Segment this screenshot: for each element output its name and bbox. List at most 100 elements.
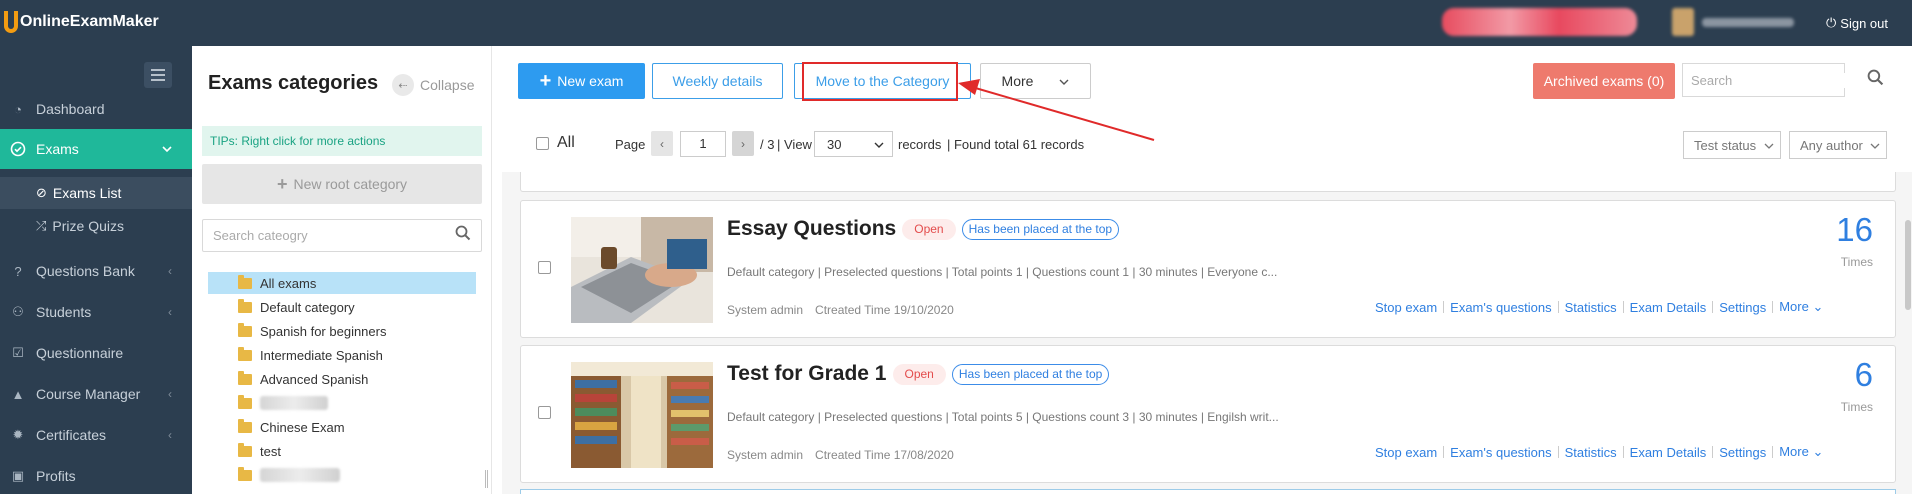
- new-exam-button[interactable]: + New exam: [518, 63, 645, 99]
- exam-questions-link[interactable]: Exam's questions: [1450, 445, 1551, 460]
- records-per-page-select[interactable]: 30: [814, 131, 893, 157]
- sidebar-item-students[interactable]: ⚇ Students ‹: [0, 293, 192, 331]
- pinned-badge: Has been placed at the top: [961, 218, 1120, 240]
- records-per-page-value: 30: [827, 136, 842, 152]
- stop-exam-link[interactable]: Stop exam: [1375, 300, 1437, 315]
- sidebar-subitem-exams-list[interactable]: ⊘ Exams List: [0, 177, 192, 209]
- stop-exam-link[interactable]: Stop exam: [1375, 445, 1437, 460]
- sidebar-item-label: Course Manager: [36, 386, 141, 402]
- new-root-category-button[interactable]: + New root category: [202, 164, 482, 204]
- top-bar: OnlineExamMaker ⏻ Sign out: [0, 0, 1912, 46]
- weekly-details-button[interactable]: Weekly details: [652, 63, 783, 99]
- test-status-filter[interactable]: Test status: [1683, 131, 1781, 159]
- collapse-button[interactable]: ⇠ Collapse: [392, 74, 474, 96]
- more-actions-link[interactable]: More ⌄: [1779, 444, 1823, 460]
- select-all-checkbox[interactable]: [536, 136, 549, 150]
- new-exam-label: New exam: [557, 73, 624, 89]
- chevron-left-icon: ‹: [168, 387, 172, 401]
- blurred-category-label: [260, 396, 328, 410]
- sidebar-item-certificates[interactable]: ✹ Certificates ‹: [0, 416, 192, 454]
- category-item[interactable]: Default category: [208, 296, 478, 318]
- sidebar-item-label: Questions Bank: [36, 263, 135, 279]
- total-pages: / 3: [760, 137, 775, 152]
- sidebar-item-questions-bank[interactable]: ? Questions Bank ‹: [0, 252, 192, 290]
- exam-details-link[interactable]: Exam Details: [1630, 445, 1707, 460]
- exam-thumbnail[interactable]: [571, 217, 713, 323]
- category-item-all-exams[interactable]: All exams: [208, 272, 476, 294]
- chevron-down-icon: [162, 142, 172, 156]
- exam-search-input[interactable]: [1691, 72, 1867, 88]
- sidebar-item-label: Exams: [36, 141, 79, 157]
- power-icon: ⏻: [1826, 15, 1837, 30]
- category-search-input[interactable]: [213, 228, 455, 243]
- category-item[interactable]: test: [208, 440, 478, 462]
- exam-actions: Stop exam Exam's questions Statistics Ex…: [1375, 444, 1823, 460]
- statistics-link[interactable]: Statistics: [1565, 300, 1617, 315]
- category-search-box: [202, 219, 482, 252]
- exam-title[interactable]: Test for Grade 1 Open Has been placed at…: [727, 362, 1110, 386]
- settings-link[interactable]: Settings: [1719, 445, 1766, 460]
- category-panel-title: Exams categories: [208, 72, 379, 94]
- more-dropdown-button[interactable]: More: [980, 63, 1091, 99]
- sign-out-label: Sign out: [1840, 15, 1888, 31]
- sidebar-subitem-prize-quizs[interactable]: ⤮ Prize Quizs: [0, 210, 192, 242]
- search-icon[interactable]: [455, 225, 471, 246]
- author-filter[interactable]: Any author: [1789, 131, 1887, 159]
- exam-actions: Stop exam Exam's questions Statistics Ex…: [1375, 299, 1823, 315]
- archived-exams-button[interactable]: Archived exams (0): [1533, 63, 1675, 99]
- select-all[interactable]: All: [536, 134, 575, 152]
- status-badge: Open: [892, 363, 946, 385]
- plus-icon: +: [276, 173, 288, 194]
- main-scrollbar[interactable]: [1905, 220, 1911, 310]
- more-actions-link[interactable]: More ⌄: [1779, 299, 1823, 315]
- sidebar-item-course-manager[interactable]: ▲ Course Manager ‹: [0, 375, 192, 413]
- exam-questions-link[interactable]: Exam's questions: [1450, 300, 1551, 315]
- sidebar-item-profits[interactable]: ▣ Profits: [0, 457, 192, 495]
- chevron-left-icon: ‹: [660, 136, 664, 151]
- menu-toggle-button[interactable]: [144, 62, 172, 88]
- sidebar-subitem-label: Exams List: [52, 185, 122, 201]
- exam-created-time: Ctreated Time 17/08/2020: [815, 448, 954, 462]
- category-item[interactable]: Spanish for beginners: [208, 320, 478, 342]
- question-icon: ?: [14, 263, 22, 279]
- settings-link[interactable]: Settings: [1719, 300, 1766, 315]
- previous-card-edge: [520, 172, 1896, 192]
- blurred-user-info: [1442, 8, 1637, 36]
- sign-out-button[interactable]: ⏻ Sign out: [1826, 15, 1888, 31]
- chevron-left-icon: ‹: [168, 428, 172, 442]
- category-item[interactable]: Advanced Spanish: [208, 368, 478, 390]
- panel-resize-handle[interactable]: [485, 470, 488, 488]
- page-input[interactable]: 1: [680, 131, 726, 157]
- exam-select-checkbox[interactable]: [538, 406, 551, 419]
- sidebar-item-label: Certificates: [36, 427, 107, 443]
- exam-thumbnail[interactable]: [571, 362, 713, 468]
- folder-icon: [238, 274, 252, 289]
- statistics-link[interactable]: Statistics: [1565, 445, 1617, 460]
- prev-page-button[interactable]: ‹: [651, 131, 673, 156]
- chevron-down-icon: [1764, 138, 1774, 153]
- next-page-button[interactable]: ›: [732, 131, 754, 156]
- pinned-badge: Has been placed at the top: [951, 363, 1110, 385]
- exam-taken-count: 16: [1836, 211, 1873, 248]
- records-label: records: [898, 137, 942, 152]
- sidebar-item-dashboard[interactable]: ◔ Dashboard: [0, 90, 192, 128]
- category-item[interactable]: Intermediate Spanish: [208, 344, 478, 366]
- logo[interactable]: OnlineExamMaker: [4, 11, 159, 33]
- exam-details-link[interactable]: Exam Details: [1630, 300, 1707, 315]
- exam-meta: Default category | Preselected questions…: [727, 265, 1278, 279]
- sidebar-item-questionnaire[interactable]: ☑ Questionnaire: [0, 334, 192, 372]
- exam-title-text: Test for Grade 1: [727, 362, 887, 385]
- exam-footer: System admin Ctreated Time 19/10/2020: [727, 303, 954, 317]
- found-total-label: | Found total 61 records: [947, 137, 1085, 152]
- category-label: Default category: [260, 299, 355, 315]
- category-item-blurred[interactable]: [208, 464, 478, 486]
- exam-title[interactable]: Essay Questions Open Has been placed at …: [727, 217, 1120, 241]
- category-label: test: [260, 443, 281, 459]
- category-item-blurred[interactable]: [208, 392, 478, 414]
- exam-footer: System admin Ctreated Time 17/08/2020: [727, 448, 954, 462]
- category-item[interactable]: Chinese Exam: [208, 416, 478, 438]
- search-icon[interactable]: [1867, 69, 1884, 91]
- user-icon: ⚇: [12, 304, 24, 319]
- exam-select-checkbox[interactable]: [538, 261, 551, 274]
- sidebar-item-exams[interactable]: Exams: [0, 129, 192, 169]
